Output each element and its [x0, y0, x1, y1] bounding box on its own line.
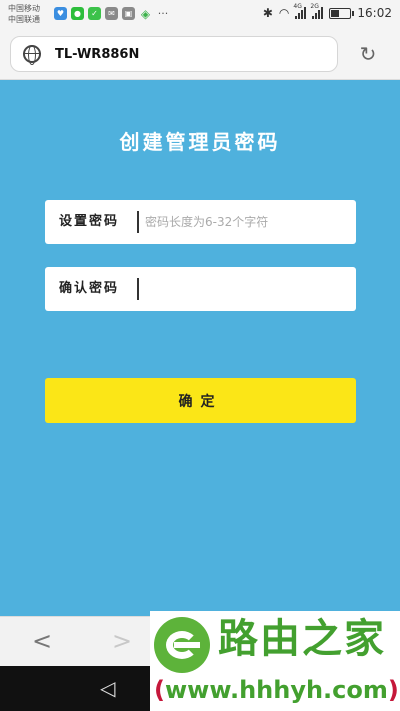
more-notifications-icon: ··· [157, 7, 169, 20]
status-bar: 中国移动 中国联通 ♥ ● ✓ ✉ ▣ ◈ ··· ✱ ◠ 4G 2G 16:0… [0, 0, 400, 30]
notification-icons: ♥ ● ✓ ✉ ▣ ◈ ··· [54, 6, 170, 21]
clock: 16:02 [357, 6, 392, 20]
confirm-button[interactable]: 确定 [45, 378, 356, 423]
watermark-url: (www.hhhyh.com) [154, 675, 399, 705]
nav-back-icon[interactable]: ◁ [100, 677, 115, 699]
forward-icon[interactable]: > [112, 627, 132, 655]
refresh-icon[interactable]: ↻ [356, 42, 380, 66]
password-field[interactable]: 设置密码 [45, 200, 356, 244]
carrier-names: 中国移动 中国联通 [8, 3, 40, 25]
status-right: ✱ ◠ 4G 2G 16:02 [262, 3, 392, 20]
watermark-url-host: www.hhhyh.com [164, 676, 388, 704]
sim1-network-tag: 4G [293, 3, 302, 10]
message-icon: ✉ [105, 7, 118, 20]
signal-sim2-icon: 2G [310, 3, 324, 19]
url-text[interactable]: TL-WR886N [55, 47, 139, 62]
watermark-name: 路由之家 [218, 616, 386, 662]
sim2-network-tag: 2G [310, 3, 319, 10]
address-bar-area: TL-WR886N ↻ [0, 30, 400, 80]
back-icon[interactable]: < [32, 627, 52, 655]
carrier-1: 中国移动 [8, 4, 40, 13]
wifi-shield-icon: ◈ [140, 6, 151, 21]
carrier-2: 中国联通 [8, 15, 40, 24]
field-divider [137, 211, 139, 233]
confirm-password-label: 确认密码 [59, 281, 120, 296]
password-label: 设置密码 [59, 214, 120, 229]
confirm-password-input[interactable] [145, 267, 345, 311]
watermark-url-open: ( [154, 676, 165, 704]
wifi-icon: ◠ [278, 6, 290, 20]
watermark-url-close: ) [387, 676, 399, 704]
bluetooth-icon: ✱ [262, 6, 273, 20]
bell-icon: ♥ [54, 7, 67, 20]
confirm-password-field[interactable]: 确认密码 [45, 267, 356, 311]
page-title: 创建管理员密码 [119, 130, 281, 154]
address-bar[interactable]: TL-WR886N [10, 36, 338, 72]
field-divider [137, 278, 139, 300]
watermark: 路由之家 (www.hhhyh.com) [150, 611, 400, 711]
password-input[interactable] [145, 200, 345, 244]
router-setup-page: 创建管理员密码 设置密码 确认密码 确定 [0, 80, 400, 616]
chat-icon: ● [71, 7, 84, 20]
signal-sim1-icon: 4G [293, 3, 307, 19]
globe-icon [23, 45, 41, 65]
battery-icon [329, 7, 355, 19]
wechat-icon: ✓ [88, 7, 101, 20]
image-icon: ▣ [122, 7, 135, 20]
router-logo-icon [154, 617, 210, 673]
